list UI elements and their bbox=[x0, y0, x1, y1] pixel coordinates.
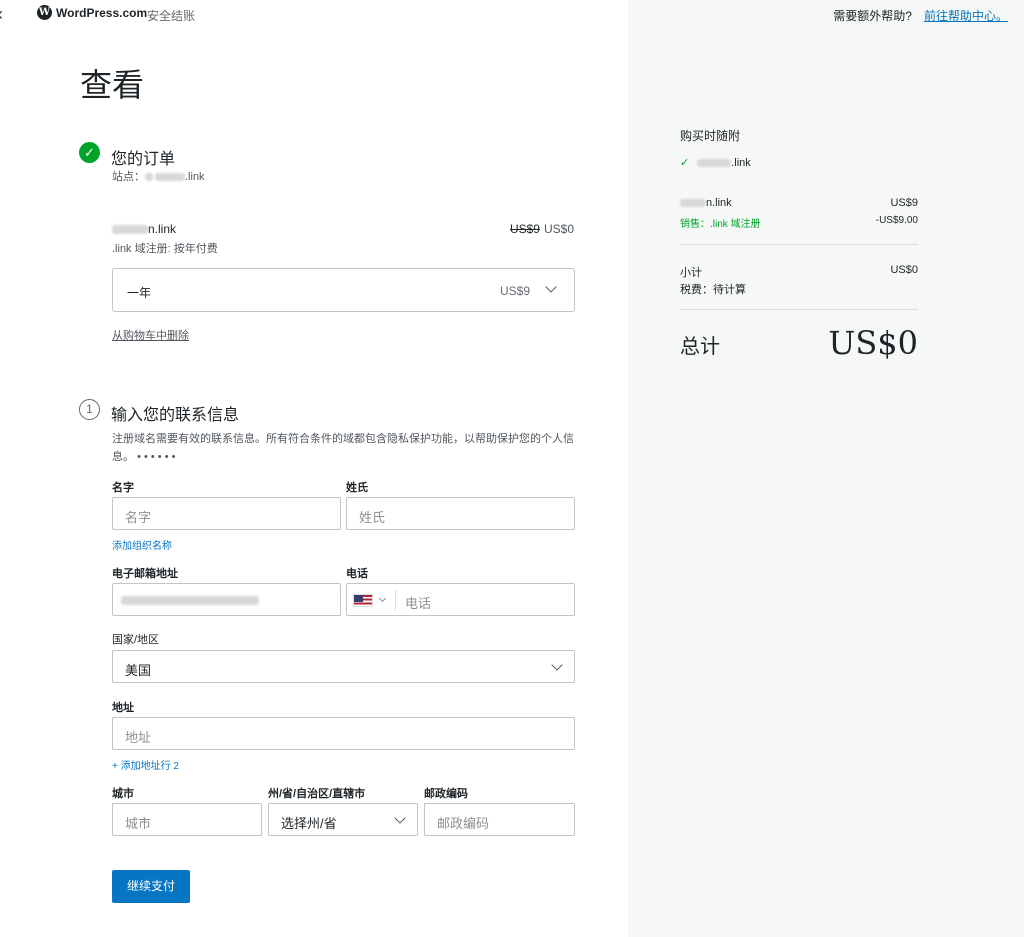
state-value: 选择州/省 bbox=[281, 816, 337, 831]
order-item-name: n.link bbox=[112, 222, 176, 236]
contact-description-text: 注册域名需要有效的联系信息。所有符合条件的域都包含隐私保护功能，以帮助保护您的个… bbox=[112, 433, 574, 463]
contact-description: 注册域名需要有效的联系信息。所有符合条件的域都包含隐私保护功能，以帮助保护您的个… bbox=[112, 430, 582, 466]
add-address-line-link[interactable]: + 添加地址行 2 bbox=[112, 757, 179, 772]
country-code-chevron-icon bbox=[378, 594, 387, 603]
order-item-price: US$9 US$0 bbox=[510, 222, 574, 236]
phone-label: 电话 bbox=[346, 568, 368, 580]
sale-label: 销售：.link 域注册 bbox=[680, 219, 761, 230]
order-item-description: .link 域注册: 按年付费 bbox=[112, 243, 218, 255]
discounted-price: US$0 bbox=[543, 222, 574, 236]
redacted-email bbox=[121, 596, 259, 605]
city-label: 城市 bbox=[112, 788, 134, 800]
total-value: US$0 bbox=[828, 324, 918, 362]
help-area: 需要额外帮助? 前往帮助中心。 bbox=[833, 7, 1008, 24]
address-input[interactable]: 地址 bbox=[112, 717, 575, 750]
tax-label: 税费：待计算 bbox=[680, 284, 746, 296]
contact-section-title: 输入您的联系信息 bbox=[111, 407, 240, 424]
postal-code-input[interactable]: 邮政编码 bbox=[424, 803, 575, 836]
line-item-price: US$9 bbox=[890, 197, 918, 209]
billing-period-price: US$9 bbox=[499, 284, 530, 298]
step-number-badge: 1 bbox=[79, 399, 100, 420]
back-chevron-icon[interactable]: ‹ bbox=[0, 4, 3, 25]
site-label: 站点： bbox=[112, 171, 145, 183]
billing-period-select[interactable]: 一年 US$9 bbox=[112, 268, 575, 312]
original-price: US$9 bbox=[509, 222, 540, 236]
sale-amount: -US$9.00 bbox=[875, 215, 918, 226]
chevron-down-icon bbox=[394, 812, 406, 824]
phone-input[interactable]: 电话 bbox=[346, 583, 575, 616]
last-name-placeholder: 姓氏 bbox=[359, 510, 386, 525]
redacted-site-prefix bbox=[145, 173, 153, 182]
phone-placeholder: 电话 bbox=[405, 596, 432, 611]
checkmark-icon: ✓ bbox=[680, 157, 690, 169]
email-label: 电子邮箱地址 bbox=[112, 568, 178, 580]
city-input[interactable]: 城市 bbox=[112, 803, 262, 836]
summary-divider bbox=[680, 309, 918, 310]
line-item-suffix: n.link bbox=[706, 197, 732, 209]
redacted-line-domain bbox=[680, 199, 706, 208]
state-select[interactable]: 选择州/省 bbox=[268, 803, 418, 836]
order-summary-sidebar: 需要额外帮助? 前往帮助中心。 购买时随附 ✓ .link n.link US$9… bbox=[628, 0, 1024, 937]
country-select[interactable]: 美国 bbox=[112, 650, 575, 683]
email-input[interactable] bbox=[112, 583, 341, 616]
item-name-suffix: n.link bbox=[148, 222, 177, 236]
secure-checkout-label: 安全结账 bbox=[147, 9, 196, 23]
redacted-site-name bbox=[155, 173, 185, 182]
included-title: 购买时随附 bbox=[680, 129, 741, 143]
order-site: 站点： .link bbox=[112, 168, 205, 184]
add-organization-link[interactable]: 添加组织名称 bbox=[112, 537, 172, 552]
country-label: 国家/地区 bbox=[112, 634, 160, 646]
summary-sale-line: 销售：.link 域注册 -US$9.00 bbox=[680, 215, 918, 230]
summary-divider bbox=[680, 244, 918, 245]
total-label: 总计 bbox=[680, 334, 720, 358]
help-question: 需要额外帮助? bbox=[833, 9, 912, 23]
postal-code-label: 邮政编码 bbox=[424, 788, 468, 800]
subtotal-value: US$0 bbox=[890, 264, 918, 276]
last-name-label: 姓氏 bbox=[346, 482, 368, 494]
order-section-title: 您的订单 bbox=[111, 151, 176, 168]
subtotal-label: 小计 bbox=[680, 267, 702, 279]
redacted-domain-name bbox=[112, 225, 148, 235]
checkout-page: ‹ W WordPress.com 安全结账 查看 ✓ 您的订单 站点： .lin… bbox=[0, 0, 1024, 937]
checkout-main: ‹ W WordPress.com 安全结账 查看 ✓ 您的订单 站点： .lin… bbox=[0, 0, 628, 937]
help-center-link[interactable]: 前往帮助中心。 bbox=[924, 7, 1008, 24]
site-domain-suffix: .link bbox=[185, 171, 205, 183]
page-title: 查看 bbox=[80, 66, 145, 104]
first-name-input[interactable]: 名字 bbox=[112, 497, 341, 530]
continue-to-payment-button[interactable]: 继续支付 bbox=[112, 870, 190, 903]
billing-period-label: 一年 bbox=[127, 286, 152, 300]
postal-code-placeholder: 邮政编码 bbox=[437, 816, 490, 831]
wordpress-logo[interactable]: W WordPress.com bbox=[37, 5, 147, 20]
first-name-placeholder: 名字 bbox=[125, 510, 152, 525]
redacted-included-domain bbox=[697, 159, 732, 168]
us-flag-icon[interactable] bbox=[353, 594, 373, 607]
state-label: 州/省/自治区/直辖市 bbox=[268, 788, 366, 800]
phone-divider bbox=[395, 590, 396, 611]
tax-row: 税费：待计算 bbox=[680, 281, 918, 297]
logo-text: WordPress.com bbox=[56, 5, 148, 20]
address-label: 地址 bbox=[112, 702, 134, 714]
last-name-input[interactable]: 姓氏 bbox=[346, 497, 575, 530]
country-value: 美国 bbox=[125, 663, 152, 678]
address-placeholder: 地址 bbox=[125, 730, 152, 745]
first-name-label: 名字 bbox=[112, 482, 134, 494]
chevron-down-icon bbox=[545, 281, 557, 293]
remove-from-cart-link[interactable]: 从购物车中删除 bbox=[112, 327, 189, 343]
wordpress-logo-icon: W bbox=[37, 5, 52, 20]
city-placeholder: 城市 bbox=[125, 816, 152, 831]
included-item-suffix: .link bbox=[731, 157, 751, 169]
included-item: ✓ .link bbox=[680, 156, 751, 169]
subtotal-row: 小计 US$0 bbox=[680, 264, 918, 280]
step-complete-check-icon: ✓ bbox=[79, 142, 100, 163]
summary-line-item: n.link US$9 bbox=[680, 197, 918, 209]
contact-description-dots: • • • • • • bbox=[137, 451, 176, 463]
chevron-down-icon bbox=[551, 659, 563, 671]
